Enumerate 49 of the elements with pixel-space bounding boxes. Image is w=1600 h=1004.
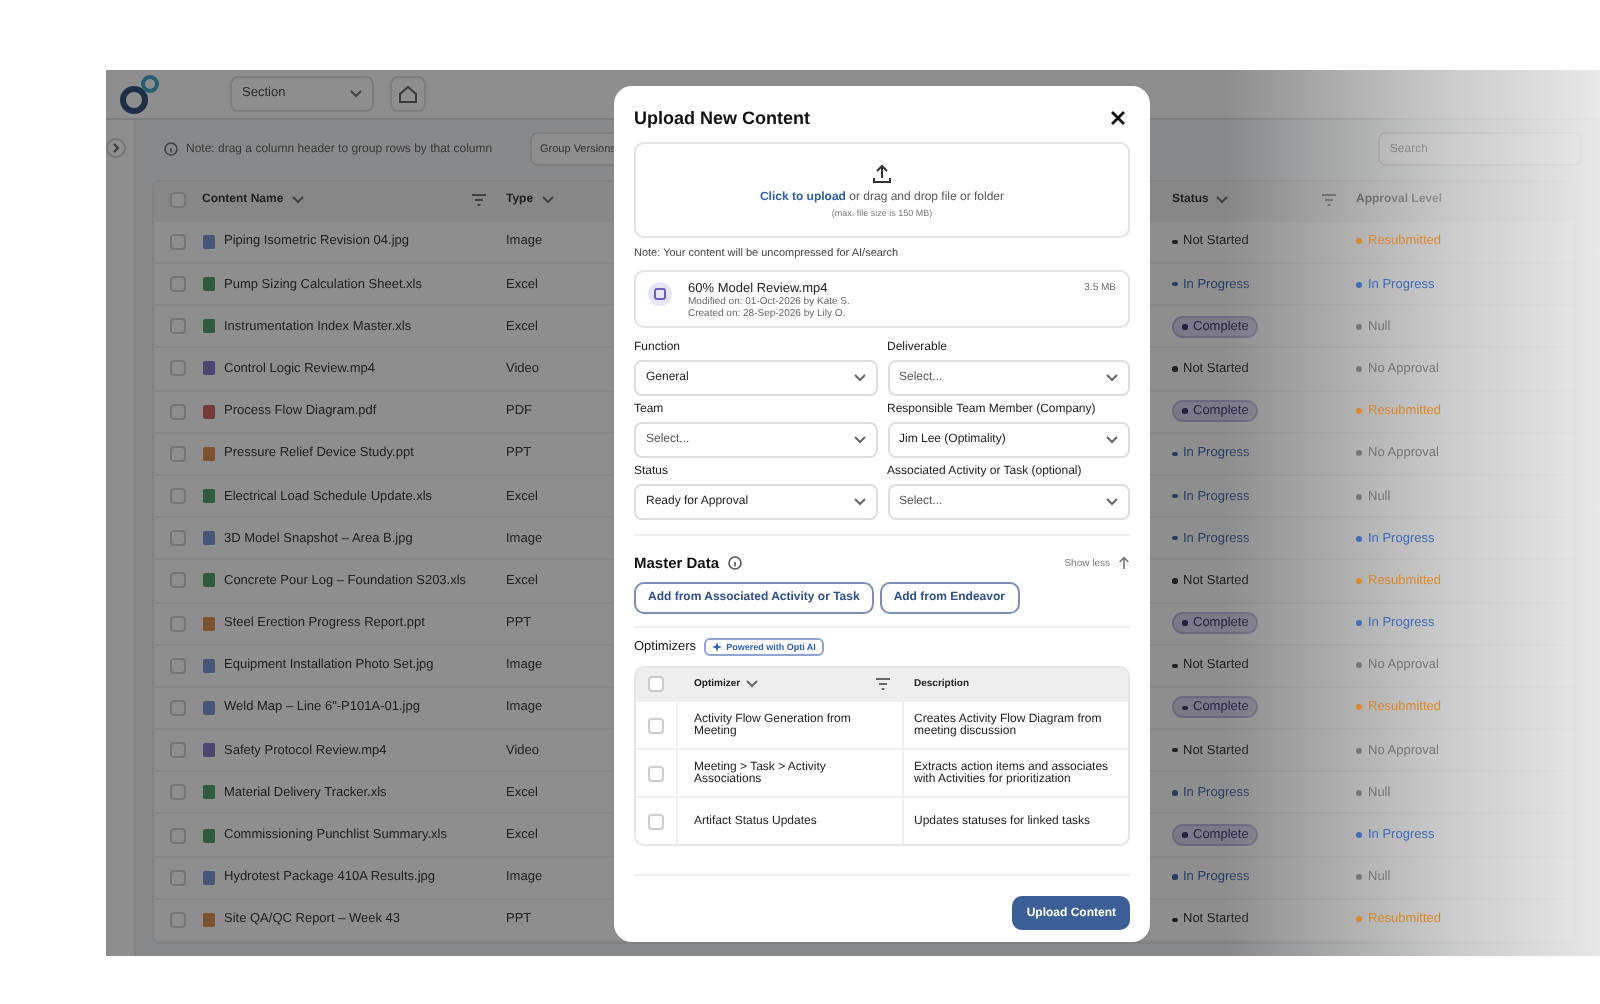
row-checkbox[interactable] (170, 488, 186, 505)
row-checkbox[interactable] (170, 699, 186, 716)
row-checkbox[interactable] (170, 445, 186, 462)
chevron-down-icon (1106, 436, 1118, 444)
chevron-down-icon[interactable] (746, 680, 759, 688)
upload-icon (872, 163, 892, 183)
row-checkbox[interactable] (170, 360, 186, 377)
select-all-checkbox[interactable] (170, 192, 186, 209)
info-icon (727, 556, 742, 570)
row-checkbox[interactable] (170, 742, 186, 759)
row-checkbox[interactable] (170, 911, 186, 928)
logo-icon (118, 71, 162, 116)
home-button[interactable] (390, 75, 426, 112)
chevron-down-icon[interactable] (291, 196, 304, 205)
chevron-down-icon (1106, 498, 1118, 506)
row-checkbox[interactable] (170, 869, 186, 886)
row-checkbox[interactable] (648, 717, 664, 733)
expand-button[interactable] (106, 137, 126, 158)
chevron-down-icon (853, 436, 865, 444)
filter-icon[interactable] (472, 194, 486, 207)
row-checkbox[interactable] (170, 403, 186, 420)
sparkle-icon (712, 642, 723, 652)
row-checkbox[interactable] (170, 530, 186, 547)
chevron-right-icon (110, 141, 122, 154)
row-checkbox[interactable] (170, 615, 186, 632)
video-file-icon (648, 282, 672, 306)
home-icon (398, 83, 418, 104)
chevron-down-icon (853, 374, 865, 382)
chevron-down-icon[interactable] (541, 196, 554, 205)
info-icon (164, 142, 178, 157)
row-checkbox[interactable] (170, 233, 186, 250)
chevron-down-icon[interactable] (1216, 196, 1229, 205)
chevron-down-icon (1106, 374, 1118, 382)
arrow-up-icon[interactable] (1118, 556, 1130, 570)
filter-icon[interactable] (1322, 194, 1336, 207)
select-all-checkbox[interactable] (648, 676, 664, 692)
row-checkbox[interactable] (170, 572, 186, 589)
row-checkbox[interactable] (170, 827, 186, 844)
filter-icon[interactable] (876, 678, 890, 690)
row-checkbox[interactable] (648, 765, 664, 781)
chevron-down-icon (853, 498, 865, 506)
row-checkbox[interactable] (170, 276, 186, 293)
close-button[interactable] (1106, 106, 1130, 130)
row-checkbox[interactable] (170, 318, 186, 335)
chevron-down-icon (350, 89, 362, 98)
dialog-title: Upload New Content (634, 108, 810, 128)
row-checkbox[interactable] (648, 813, 664, 829)
row-checkbox[interactable] (170, 784, 186, 801)
row-checkbox[interactable] (170, 657, 186, 674)
